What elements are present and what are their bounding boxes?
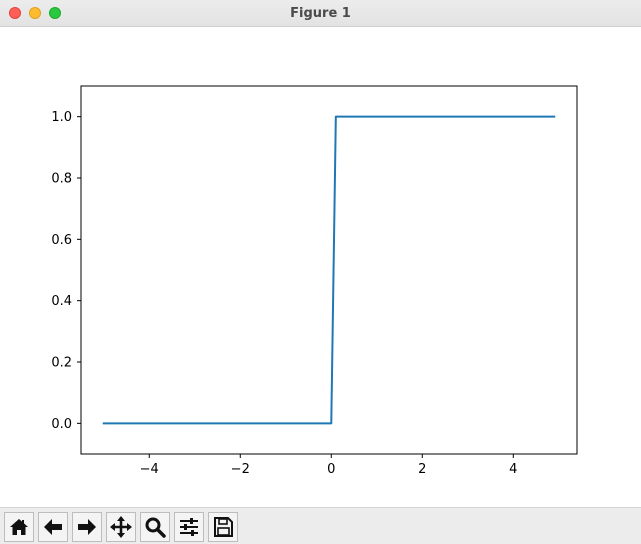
back-button[interactable] [38,512,68,542]
forward-button[interactable] [72,512,102,542]
y-tick-label: 0.0 [51,417,72,432]
save-disk-icon [214,517,233,537]
y-tick-label: 0.4 [51,294,72,309]
axes-frame [80,85,578,455]
save-button[interactable] [208,512,238,542]
x-tick-label: 4 [509,462,517,477]
y-tick-label: 0.8 [51,172,72,187]
configure-subplots-icon [180,518,198,536]
x-tick-label: 0 [327,462,335,477]
navigation-toolbar [0,507,641,544]
pan-button[interactable] [106,512,136,542]
pan-move-icon [110,516,132,538]
figure-canvas[interactable]: −4 −2 0 2 4 0.0 0.2 0.4 0.6 0.8 1.0 [0,28,641,507]
configure-subplots-button[interactable] [174,512,204,542]
back-arrow-icon [44,519,62,535]
x-tick-label: −4 [140,462,159,477]
figure-window: Figure 1 −4 −2 0 2 4 0.0 0.2 0.4 0.6 0.8 1.0 [0,0,641,544]
home-icon [10,519,28,535]
x-tick-label: 2 [418,462,426,477]
series-line-0 [102,115,556,425]
window-title: Figure 1 [290,6,351,21]
forward-arrow-icon [78,519,96,535]
title-bar[interactable]: Figure 1 [0,0,641,27]
zoom-button[interactable] [140,512,170,542]
y-tick-label: 0.2 [51,356,72,371]
zoom-magnifier-icon [145,517,166,538]
y-tick-label: 1.0 [51,110,72,125]
step-function-chart: −4 −2 0 2 4 0.0 0.2 0.4 0.6 0.8 1.0 [51,85,578,477]
y-tick-label: 0.6 [51,233,72,248]
home-button[interactable] [4,512,34,542]
x-tick-label: −2 [231,462,250,477]
